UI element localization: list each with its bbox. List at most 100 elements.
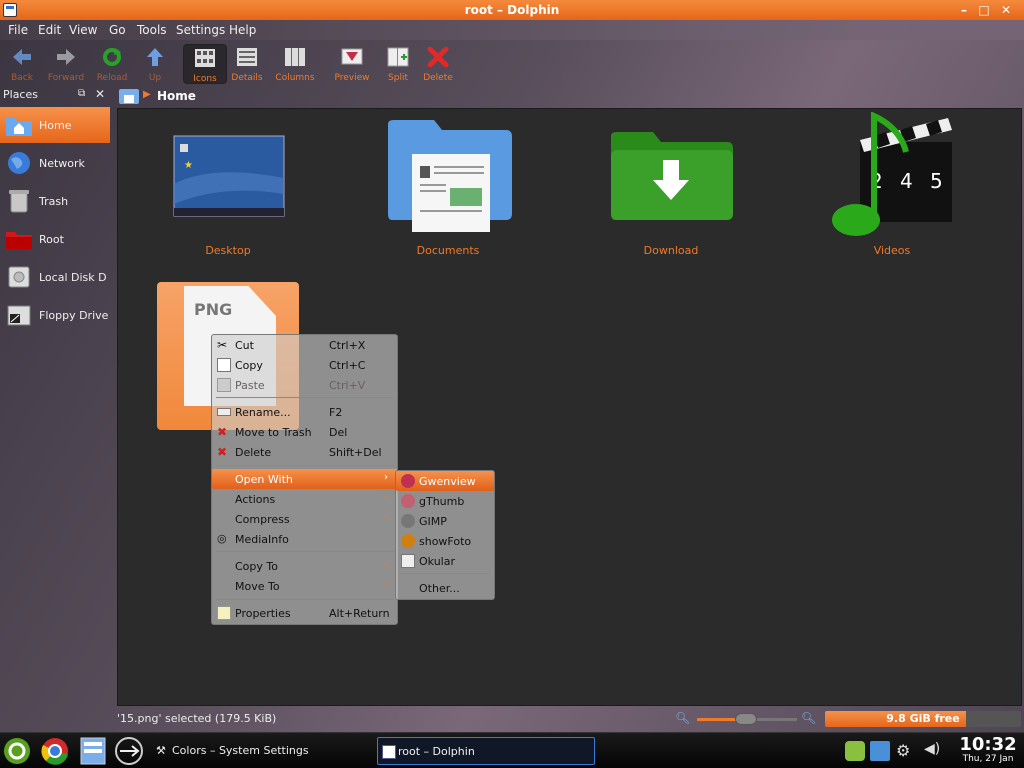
open-with-label: Open With: [235, 473, 293, 486]
zoom-slider-handle[interactable]: [735, 713, 757, 725]
place-floppy-label: Floppy Drive: [39, 309, 109, 322]
actions-label: Actions: [235, 493, 276, 506]
properties-icon: [217, 606, 231, 620]
delete-shortcut: Shift+Del: [329, 446, 382, 459]
float-panel-icon[interactable]: ⧉: [78, 88, 85, 99]
properties-shortcut: Alt+Return: [329, 607, 390, 620]
places-title: Places: [3, 88, 38, 101]
place-local-disk-label: Local Disk D: [39, 271, 107, 284]
gwenview-label: Gwenview: [419, 475, 476, 488]
clipboard-tray-icon[interactable]: [870, 741, 890, 761]
trash-icon: [9, 190, 29, 213]
open-with-gimp[interactable]: GIMP: [396, 511, 494, 531]
home-crumb-icon[interactable]: [119, 89, 139, 104]
menu-tools[interactable]: Tools: [137, 23, 167, 37]
file-item-documents[interactable]: Documents: [386, 118, 512, 264]
context-menu: ✂ Cut Ctrl+X Copy Ctrl+C Paste Ctrl+V Re…: [211, 334, 398, 625]
place-home-label: Home: [39, 119, 72, 132]
documents-folder-icon: [388, 120, 512, 232]
mediainfo-icon: ◎: [217, 532, 227, 545]
menu-item-move-to[interactable]: Move To ›: [212, 576, 397, 596]
clock-date: Thu, 27 Jan: [962, 754, 1014, 764]
file-item-videos[interactable]: 2 4 5 Videos: [830, 112, 954, 264]
task-dolphin[interactable]: root – Dolphin: [377, 737, 595, 765]
split-button[interactable]: Split: [376, 44, 420, 84]
split-view-icon: [387, 47, 409, 67]
menu-item-actions[interactable]: Actions ›: [212, 489, 397, 509]
open-with-showfoto[interactable]: showFoto: [396, 531, 494, 551]
preview-button[interactable]: Preview: [330, 44, 374, 84]
zoom-out-icon[interactable]: 🔍︎: [675, 711, 690, 725]
forward-button[interactable]: Forward: [44, 44, 88, 84]
file-item-download[interactable]: Download: [609, 130, 733, 264]
details-view-icon: [237, 48, 257, 66]
scissors-icon: ✂: [217, 338, 228, 352]
menu-item-mediainfo[interactable]: ◎ MediaInfo: [212, 529, 397, 549]
details-view-button[interactable]: Details: [225, 44, 269, 84]
window-titlebar[interactable]: root – Dolphin – □ ✕: [0, 0, 1024, 20]
preview-label: Preview: [334, 73, 370, 83]
place-trash[interactable]: Trash: [0, 183, 110, 219]
zoom-in-icon[interactable]: 🔍︎: [801, 711, 816, 725]
place-local-disk-d[interactable]: Local Disk D: [0, 259, 110, 295]
menu-edit[interactable]: Edit: [38, 23, 61, 37]
close-button[interactable]: ✕: [998, 2, 1014, 18]
submenu-arrow-icon: ›: [384, 492, 388, 503]
back-button[interactable]: Back: [0, 44, 44, 84]
icons-view-button[interactable]: Icons: [183, 44, 227, 84]
menu-item-rename[interactable]: Rename... F2: [212, 402, 397, 422]
menu-settings[interactable]: Settings: [176, 23, 225, 37]
file-manager-icon[interactable]: [78, 736, 108, 766]
menu-item-copy[interactable]: Copy Ctrl+C: [212, 355, 397, 375]
minimize-button[interactable]: –: [956, 2, 972, 18]
chrome-icon[interactable]: [40, 736, 70, 766]
maximize-button[interactable]: □: [976, 2, 992, 18]
menu-help[interactable]: Help: [229, 23, 256, 37]
cut-shortcut: Ctrl+X: [329, 339, 366, 352]
place-home[interactable]: Home: [0, 107, 110, 143]
menu-item-open-with[interactable]: Open With ›: [212, 469, 397, 489]
menu-item-cut[interactable]: ✂ Cut Ctrl+X: [212, 335, 397, 355]
submenu-arrow-icon: ›: [384, 472, 388, 483]
open-with-other[interactable]: Other...: [396, 578, 494, 598]
file-videos-label: Videos: [873, 244, 911, 257]
clock[interactable]: 10:32 Thu, 27 Jan: [955, 734, 1021, 764]
menu-item-delete[interactable]: ✖ Delete Shift+Del: [212, 442, 397, 462]
tools-tray-icon[interactable]: ⚙: [896, 741, 916, 761]
videos-clapper-icon: 2 4 5: [832, 112, 952, 236]
place-root[interactable]: Root: [0, 221, 110, 257]
crumb-separator-icon[interactable]: ▶: [143, 89, 151, 100]
open-with-gwenview[interactable]: Gwenview: [396, 471, 494, 491]
gthumb-icon: [401, 494, 415, 508]
close-panel-icon[interactable]: ✕: [95, 87, 105, 101]
menu-go[interactable]: Go: [109, 23, 126, 37]
menu-item-paste[interactable]: Paste Ctrl+V: [212, 375, 397, 395]
device-notifier-icon[interactable]: [114, 736, 144, 766]
delete-button[interactable]: Delete: [416, 44, 460, 84]
clock-time: 10:32: [959, 734, 1017, 755]
columns-view-button[interactable]: Columns: [273, 44, 317, 84]
open-with-gthumb[interactable]: gThumb: [396, 491, 494, 511]
task-system-settings[interactable]: ⚒ Colors – System Settings: [152, 737, 372, 765]
columns-view-icon: [285, 48, 305, 66]
menu-item-copy-to[interactable]: Copy To ›: [212, 556, 397, 576]
kde-launcher-icon[interactable]: [2, 736, 32, 766]
compress-label: Compress: [235, 513, 290, 526]
crumb-current[interactable]: Home: [157, 89, 196, 103]
network-tray-icon[interactable]: [845, 741, 865, 761]
menu-item-move-to-trash[interactable]: ✖ Move to Trash Del: [212, 422, 397, 442]
volume-tray-icon[interactable]: ◀): [924, 741, 944, 761]
file-item-desktop[interactable]: ★ Desktop: [168, 134, 288, 264]
menu-view[interactable]: View: [69, 23, 97, 37]
menu-file[interactable]: File: [8, 23, 28, 37]
place-network[interactable]: Network: [0, 145, 110, 181]
menu-item-properties[interactable]: Properties Alt+Return: [212, 603, 397, 623]
menu-separator: [400, 573, 490, 574]
open-with-okular[interactable]: Okular: [396, 551, 494, 571]
up-button[interactable]: Up: [133, 44, 177, 84]
reload-button[interactable]: Reload: [90, 44, 134, 84]
menu-item-compress[interactable]: Compress ›: [212, 509, 397, 529]
main-toolbar: Back Forward Reload Up Icons Details Col…: [0, 40, 1024, 86]
place-floppy-drive[interactable]: Floppy Drive: [0, 297, 110, 333]
download-folder-icon: [611, 132, 733, 220]
